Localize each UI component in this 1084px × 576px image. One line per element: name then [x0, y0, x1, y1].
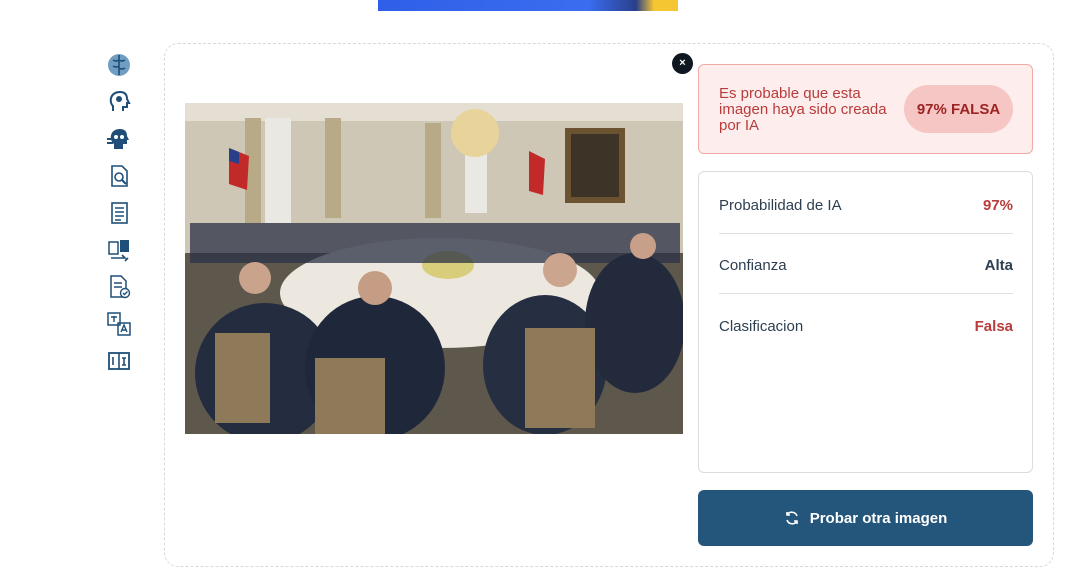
refresh-icon [785, 511, 798, 525]
retry-button-label: Probar otra imagen [809, 509, 948, 527]
document-check-icon [110, 274, 131, 298]
sidebar-item-document-list[interactable] [100, 194, 138, 231]
stat-label: Clasificacion [719, 317, 804, 335]
sidebar-item-document-transfer[interactable] [100, 231, 138, 268]
robot-head-icon [107, 128, 129, 149]
head-ai-icon [109, 90, 131, 111]
stat-value: Alta [984, 257, 1013, 274]
translate-icon [107, 311, 131, 336]
brain-icon [108, 53, 130, 76]
sidebar-item-robot[interactable] [100, 120, 138, 157]
sidebar-item-translate[interactable] [100, 305, 138, 342]
analyzed-image [185, 103, 683, 434]
sidebar-item-compare[interactable] [100, 342, 138, 379]
document-transfer-icon [108, 239, 129, 262]
sidebar-item-head[interactable] [100, 83, 138, 120]
verdict-message: Es probable que esta imagen haya sido cr… [719, 85, 887, 134]
verdict-badge: 97% FALSA [904, 85, 1013, 133]
stat-value: 97% [982, 197, 1013, 214]
top-banner [378, 0, 678, 11]
stat-label: Probabilidad de IA [719, 197, 842, 214]
stat-row-confidence: Confianza Alta [719, 238, 1013, 294]
sidebar-nav [100, 46, 138, 379]
stat-row-classification: Clasificacion Falsa [719, 298, 1013, 354]
close-button[interactable]: × [672, 53, 693, 74]
verdict-banner: Es probable que esta imagen haya sido cr… [698, 64, 1033, 154]
sidebar-item-document-check[interactable] [100, 268, 138, 305]
stat-label: Confianza [719, 257, 787, 274]
sidebar-item-document-search[interactable] [100, 157, 138, 194]
sidebar-item-brain[interactable] [100, 46, 138, 83]
stat-row-probability: Probabilidad de IA 97% [719, 178, 1013, 234]
stats-panel: Probabilidad de IA 97% Confianza Alta Cl… [698, 171, 1033, 473]
compare-icon [108, 351, 130, 370]
document-list-icon [111, 201, 128, 224]
retry-button[interactable]: Probar otra imagen [698, 490, 1033, 546]
document-search-icon [111, 164, 128, 187]
stat-value: Falsa [974, 317, 1013, 335]
